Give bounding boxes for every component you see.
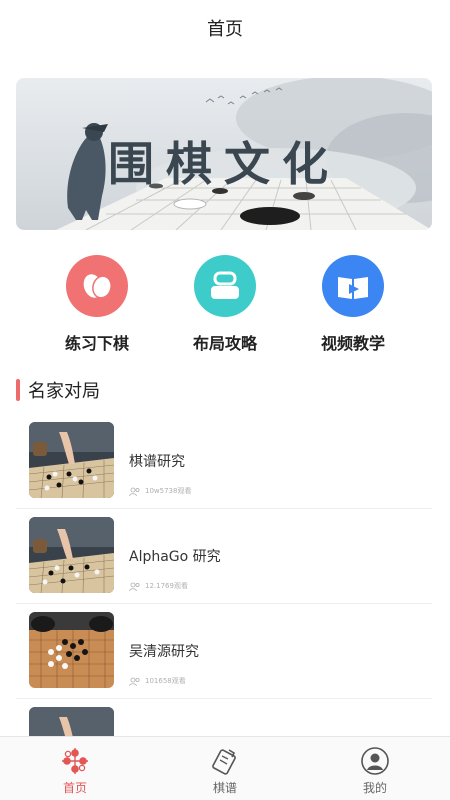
shortcut-grid: 练习下棋 布局攻略 视频教学 [0, 255, 450, 355]
game-title: AlphaGo 研究 [129, 549, 221, 565]
section-accent-bar [16, 379, 20, 401]
view-count: 12.1769观看 [145, 582, 188, 590]
game-meta: 101658观看 [129, 676, 186, 686]
shortcut-video[interactable]: 视频教学 [293, 255, 413, 355]
shortcut-practice[interactable]: 练习下棋 [37, 255, 157, 355]
view-count: 10w5738观看 [145, 487, 192, 495]
game-thumbnail [29, 612, 114, 688]
banner[interactable]: 围棋文化 [16, 78, 432, 230]
tab-label: 我的 [362, 781, 387, 795]
people-icon [129, 582, 140, 591]
stones-icon [66, 255, 128, 317]
game-thumbnail [29, 422, 114, 498]
tab-label: 棋谱 [212, 781, 237, 795]
shortcut-strategy[interactable]: 布局攻略 [165, 255, 285, 355]
stones-stack-icon [194, 255, 256, 317]
home-go-icon [60, 745, 90, 777]
banner-title: 围棋文化 [108, 137, 340, 191]
list-item[interactable]: 吴清源研究 101658观看 [16, 604, 432, 699]
game-meta: 10w5738观看 [129, 486, 191, 496]
section-header: 名家对局 [16, 378, 100, 402]
bottom-tab-bar: 首页 棋谱 我的 [0, 736, 450, 800]
list-item[interactable]: AlphaGo 研究 12.1769观看 [16, 509, 432, 604]
top-bar: 首页 [0, 0, 450, 56]
game-title: 吴清源研究 [129, 644, 199, 660]
game-thumbnail [29, 517, 114, 593]
game-meta: 12.1769观看 [129, 581, 188, 591]
section-title: 名家对局 [28, 381, 100, 402]
video-book-icon [322, 255, 384, 317]
tab-label: 首页 [62, 781, 87, 795]
people-icon [129, 487, 140, 496]
game-thumbnail [29, 707, 114, 736]
shortcut-label: 布局攻略 [192, 334, 257, 353]
list-item[interactable]: 棋谱研究 10w5738观看 [16, 414, 432, 509]
people-icon [129, 677, 140, 686]
tab-records[interactable]: 棋谱 [150, 737, 300, 800]
shortcut-label: 练习下棋 [64, 334, 129, 353]
tab-profile[interactable]: 我的 [300, 737, 450, 800]
tab-home[interactable]: 首页 [0, 737, 150, 800]
game-list: 棋谱研究 10w5738观看 AlphaGo 研究 12.1769观看 吴清源研… [16, 414, 432, 736]
page-title: 首页 [207, 19, 243, 40]
notebook-icon [210, 745, 240, 777]
game-title: 棋谱研究 [129, 454, 185, 470]
profile-icon [360, 745, 390, 777]
shortcut-label: 视频教学 [320, 334, 385, 353]
list-item[interactable] [16, 699, 432, 736]
view-count: 101658观看 [145, 677, 186, 685]
